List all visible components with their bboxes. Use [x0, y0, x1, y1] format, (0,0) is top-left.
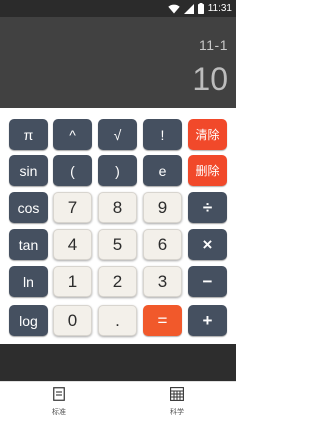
digit-8-button[interactable]: 8 — [98, 192, 137, 223]
nav-item-scientific[interactable]: 科学 — [147, 386, 207, 420]
bottom-band — [0, 344, 236, 381]
delete-button[interactable]: 删除 — [188, 155, 227, 186]
standard-calculator-icon — [53, 386, 65, 405]
nav-item-standard[interactable]: 标准 — [29, 386, 89, 420]
subtract-button[interactable]: − — [188, 266, 227, 297]
digit-3-button[interactable]: 3 — [143, 266, 182, 297]
power-button[interactable]: ^ — [53, 119, 92, 150]
status-bar: 11:31 — [0, 0, 236, 17]
wifi-icon — [168, 4, 180, 14]
open-paren-button[interactable]: ( — [53, 155, 92, 186]
pi-button[interactable]: π — [9, 119, 48, 150]
add-button[interactable]: + — [188, 305, 227, 336]
divide-button[interactable]: ÷ — [188, 192, 227, 223]
clear-button[interactable]: 清除 — [188, 119, 227, 150]
nav-label-scientific: 科学 — [170, 408, 184, 416]
status-time: 11:31 — [207, 2, 232, 14]
decimal-button[interactable]: . — [98, 305, 137, 336]
digit-2-button[interactable]: 2 — [98, 266, 137, 297]
sin-button[interactable]: sin — [9, 155, 48, 186]
e-button[interactable]: e — [143, 155, 182, 186]
bottom-navigation: 标准 科学 — [0, 381, 236, 421]
ln-button[interactable]: ln — [9, 266, 48, 297]
digit-9-button[interactable]: 9 — [143, 192, 182, 223]
log-button[interactable]: log — [9, 305, 48, 336]
digit-4-button[interactable]: 4 — [53, 229, 92, 260]
factorial-button[interactable]: ! — [143, 119, 182, 150]
close-paren-button[interactable]: ) — [98, 155, 137, 186]
digit-6-button[interactable]: 6 — [143, 229, 182, 260]
digit-5-button[interactable]: 5 — [98, 229, 137, 260]
result-text: 10 — [192, 61, 228, 97]
multiply-button[interactable]: × — [188, 229, 227, 260]
nav-label-standard: 标准 — [52, 408, 66, 416]
expression-text: 11-1 — [199, 37, 228, 53]
calculator-display: 11-1 10 — [0, 17, 236, 108]
cos-button[interactable]: cos — [9, 192, 48, 223]
keypad: π ^ √ ! 清除 sin ( ) e 删除 cos 7 8 9 ÷ tan … — [0, 108, 236, 344]
cell-signal-icon — [183, 3, 194, 14]
digit-7-button[interactable]: 7 — [53, 192, 92, 223]
battery-icon — [197, 3, 204, 14]
sqrt-button[interactable]: √ — [98, 119, 137, 150]
digit-0-button[interactable]: 0 — [53, 305, 92, 336]
tan-button[interactable]: tan — [9, 229, 48, 260]
digit-1-button[interactable]: 1 — [53, 266, 92, 297]
equals-button[interactable]: = — [143, 305, 182, 336]
scientific-calculator-icon — [170, 386, 184, 405]
